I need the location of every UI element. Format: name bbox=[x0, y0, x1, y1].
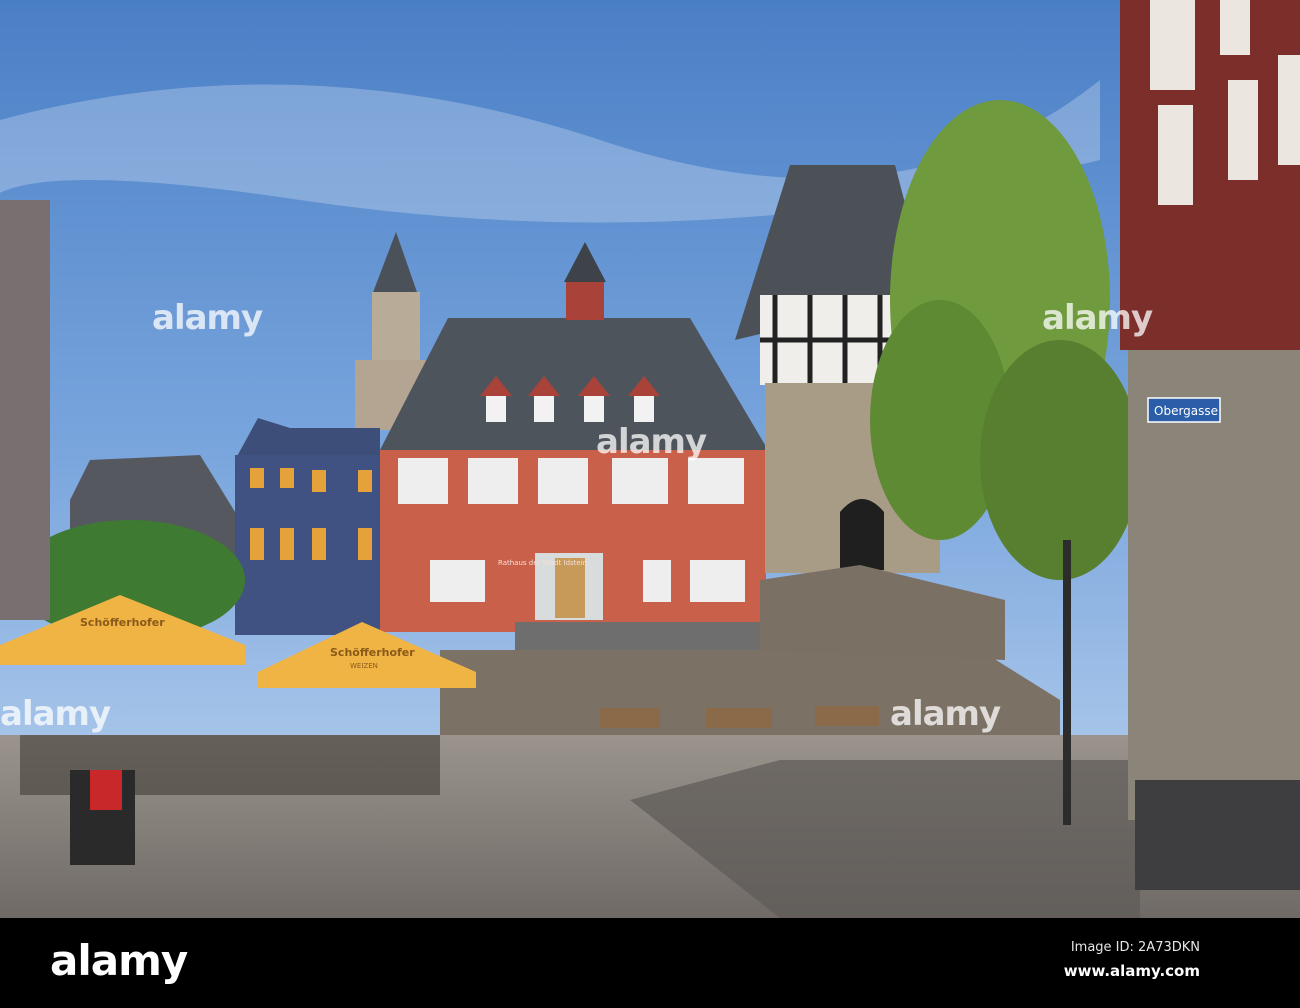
benches bbox=[600, 706, 879, 728]
door-wood bbox=[555, 558, 585, 618]
umbrella-brand-right: Schöfferhofer bbox=[330, 646, 415, 659]
watermark-overlay: alamy bbox=[890, 694, 1001, 734]
watermark-overlay: alamy bbox=[1042, 298, 1153, 338]
watermark-overlay: alamy bbox=[152, 298, 263, 338]
umbrella-brand-left: Schöfferhofer bbox=[80, 616, 165, 629]
gate-arch bbox=[840, 499, 884, 570]
left-building bbox=[0, 200, 50, 620]
watermark-overlay: alamy bbox=[596, 422, 707, 462]
town-hall-sign: Rathaus der Stadt Idstein bbox=[498, 559, 587, 567]
scooter-seat bbox=[90, 770, 122, 810]
right-building-base bbox=[1135, 780, 1300, 890]
watermark-overlay: alamy bbox=[0, 694, 111, 734]
lamp-post bbox=[1063, 540, 1071, 825]
tower bbox=[372, 292, 420, 362]
umbrella-sub-right: WEIZEN bbox=[350, 662, 378, 670]
stone-steps bbox=[515, 622, 785, 650]
photo: Rathaus der Stadt Idstein Schöfferhofer … bbox=[0, 0, 1300, 1008]
town-hall-cupola bbox=[566, 280, 604, 320]
image-id: Image ID: 2A73DKN bbox=[1070, 940, 1200, 955]
alamy-logo: alamy bbox=[50, 936, 188, 985]
site-url: www.alamy.com bbox=[1063, 962, 1200, 980]
street-sign-text: Obergasse bbox=[1154, 404, 1218, 418]
